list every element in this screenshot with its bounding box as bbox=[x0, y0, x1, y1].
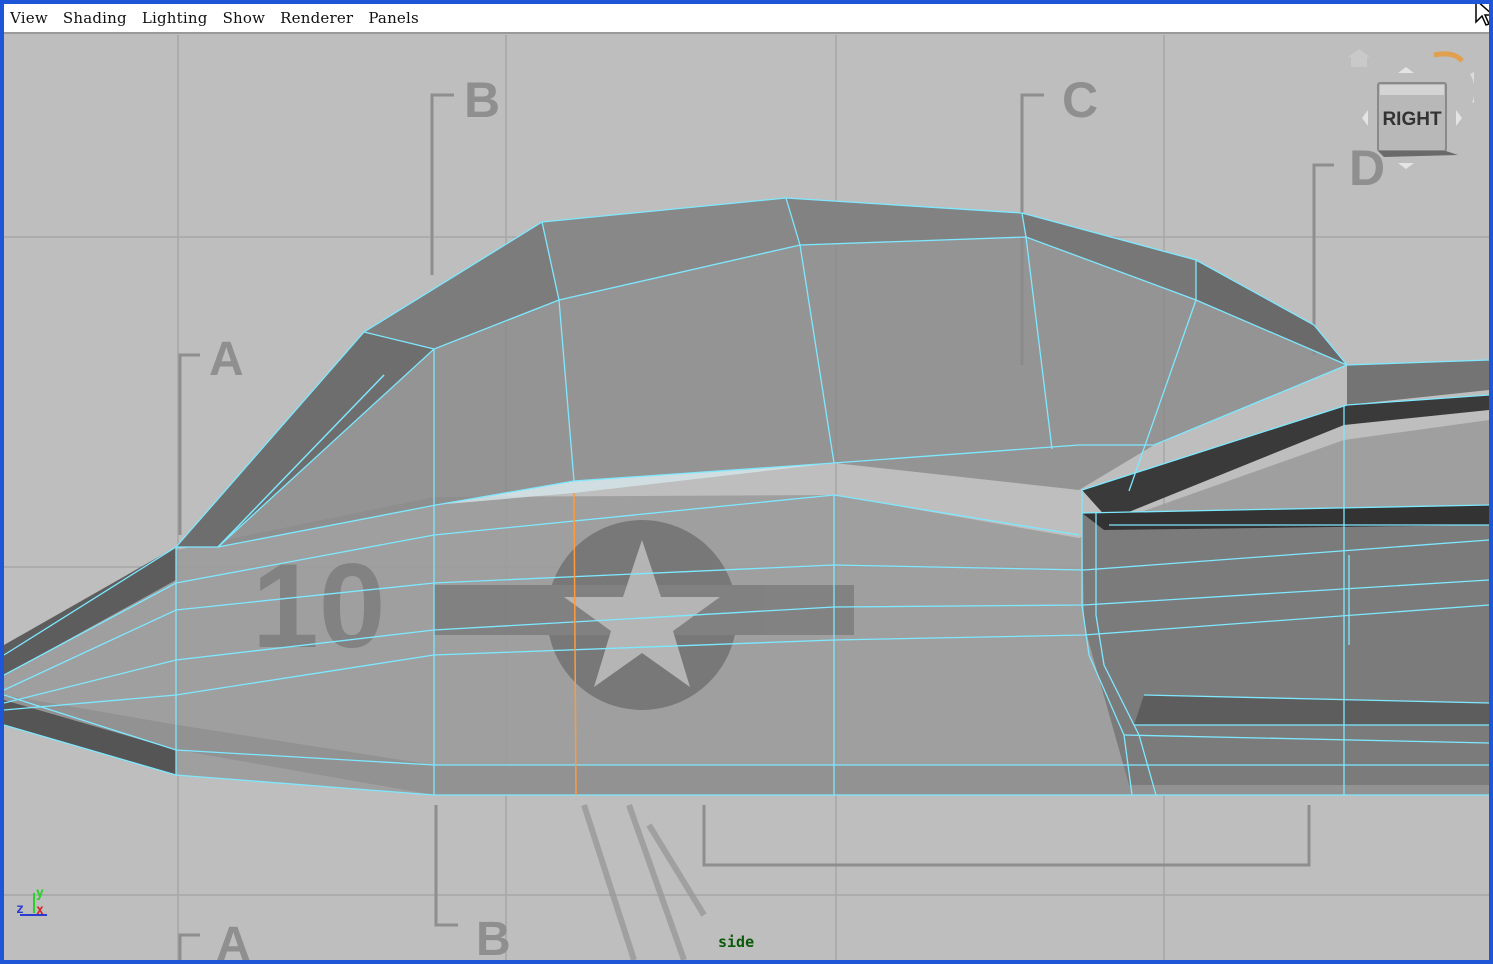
viewcube[interactable]: RIGHT bbox=[1334, 43, 1474, 183]
viewcube-arrow-up-icon[interactable] bbox=[1398, 67, 1414, 73]
viewport-scene: B C D A A B 10 bbox=[4, 35, 1489, 960]
panel-menubar: View Shading Lighting Show Renderer Pane… bbox=[4, 4, 1489, 34]
camera-name-label: side bbox=[718, 933, 755, 951]
3d-viewport[interactable]: B C D A A B 10 RIGHT y z x side bbox=[4, 35, 1489, 960]
mouse-cursor-icon bbox=[1475, 4, 1489, 26]
section-label-a-top: A bbox=[209, 333, 244, 386]
axis-gizmo-icon: y z x bbox=[16, 886, 47, 918]
section-label-b-bottom: B bbox=[476, 913, 511, 960]
menu-shading[interactable]: Shading bbox=[63, 9, 127, 27]
viewcube-arrow-right-icon[interactable] bbox=[1456, 110, 1462, 126]
axis-y-label: y bbox=[36, 886, 44, 901]
nose-number: 10 bbox=[252, 539, 385, 673]
home-icon[interactable] bbox=[1348, 49, 1370, 67]
section-label-a-bottom: A bbox=[216, 918, 251, 960]
section-label-b-top: B bbox=[464, 72, 500, 128]
axis-x-label: x bbox=[36, 903, 44, 918]
viewcube-arrow-left-icon[interactable] bbox=[1362, 110, 1368, 126]
menu-panels[interactable]: Panels bbox=[368, 9, 419, 27]
viewcube-face-label: RIGHT bbox=[1382, 109, 1442, 130]
menu-renderer[interactable]: Renderer bbox=[280, 9, 353, 27]
menu-show[interactable]: Show bbox=[223, 9, 266, 27]
maya-viewport-panel: View Shading Lighting Show Renderer Pane… bbox=[0, 0, 1493, 964]
axis-z-label: z bbox=[16, 902, 24, 917]
viewcube-arrow-down-icon[interactable] bbox=[1398, 163, 1414, 169]
menu-view[interactable]: View bbox=[10, 9, 48, 27]
section-label-c: C bbox=[1062, 72, 1098, 128]
menu-lighting[interactable]: Lighting bbox=[142, 9, 208, 27]
